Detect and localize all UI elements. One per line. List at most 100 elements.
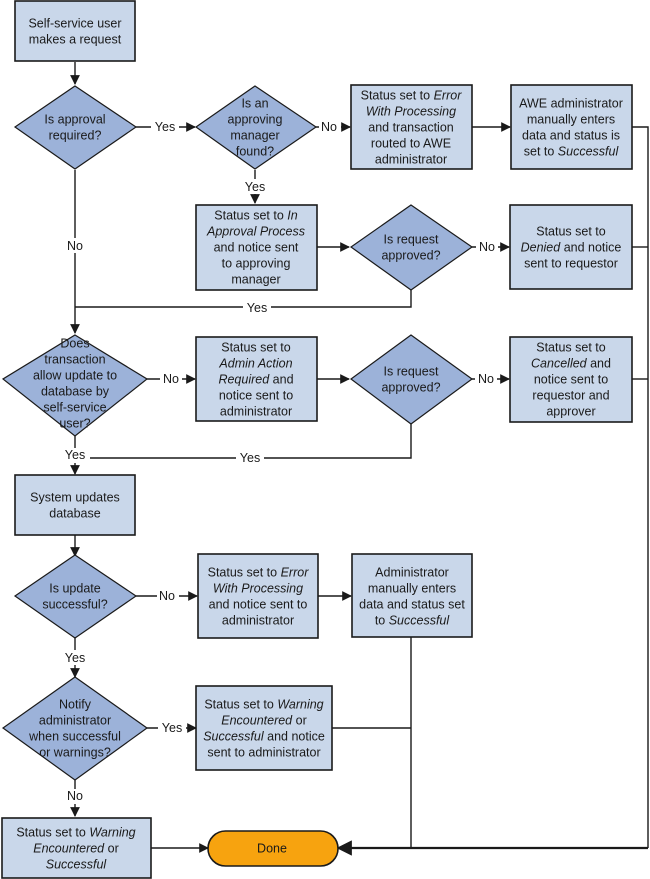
node-text-line: self-service (43, 401, 106, 415)
node-text-line: approving (228, 113, 283, 127)
node-text-line: Is approval (44, 113, 105, 127)
node-text-line: requestor and (532, 389, 609, 403)
node-text-line: routed to AWE (371, 137, 451, 151)
node-text-line: administrator (39, 714, 111, 728)
decision-approval-required: Is approval required? (13, 85, 138, 170)
node-text-line: Status set to (214, 209, 287, 223)
node-text-line: allow update to (33, 369, 117, 383)
node-text-line: Status set to (536, 225, 606, 239)
node-text-line: transaction (44, 353, 105, 367)
node-text-line: sent to administrator (207, 746, 320, 760)
node-text-line: manager (230, 129, 279, 143)
node-text-line: Successful (203, 730, 265, 744)
edge-awe-to-bus (632, 126, 649, 848)
node-text-line: Status set to (221, 341, 291, 355)
node-text-line: approver (546, 405, 595, 419)
node-text-line: and (269, 373, 293, 387)
node-text-line: Approval Process (206, 225, 305, 239)
node-error-routed: Status set to Error With Processing and tr… (350, 84, 473, 170)
node-text-done: Done (257, 842, 287, 856)
node-text-line: manually enters (368, 582, 456, 596)
label-update-no: No (159, 589, 175, 603)
node-text-line: Notify (59, 698, 92, 712)
node-admin-enters: Administrator manually enters data and sta… (351, 553, 473, 638)
node-text-line: With Processing (366, 105, 456, 119)
node-text-line: Done (257, 842, 287, 856)
node-text-line: database (49, 507, 100, 521)
node-denied: Status set to Denied and notice sent to re… (509, 204, 633, 290)
node-warning-status: Status set to Warning Encountered or Succe… (1, 817, 152, 879)
node-text-line: Status set to (16, 826, 89, 840)
node-text-line: Successful (558, 145, 620, 159)
node-text-line: Admin Action (218, 357, 292, 371)
label-allow-yes: Yes (65, 448, 85, 462)
node-text-line: notice sent to (534, 373, 608, 387)
label-approved2-yes: Yes (240, 451, 260, 465)
node-text-line: Status set to (208, 566, 281, 580)
node-text-line: Is an (241, 97, 268, 111)
label-approval-yes: Yes (155, 120, 175, 134)
label-notify-no: No (67, 789, 83, 803)
node-text-line: Does (60, 337, 89, 351)
node-text-line: and notice sent (214, 241, 299, 255)
node-text-line: Is request (384, 365, 439, 379)
decision-manager-found: Is an approving manager found? (194, 85, 318, 170)
nodes: Self-service user makes a request Status … (1, 0, 633, 879)
node-text-line: and notice (264, 730, 325, 744)
node-text-line: Successful (46, 858, 108, 872)
decision-request-approved-1: Is request approved? (349, 204, 474, 291)
node-text-line: Warning (89, 826, 135, 840)
decision-update-successful: Is update successful? (13, 554, 138, 639)
node-text-error-routed: Status set to Error With Processing and tr… (361, 89, 463, 167)
node-text-line: user? (59, 417, 90, 431)
node-text-line: or (292, 714, 307, 728)
node-text-line: successful? (42, 598, 107, 612)
node-text-admin-action: Status set to Admin Action Required and not… (218, 341, 293, 419)
node-text-line: Denied (521, 241, 562, 255)
node-text-line: AWE administrator (519, 97, 623, 111)
node-text-line: approved? (381, 249, 440, 263)
label-approval-no: No (67, 239, 83, 253)
node-error-notice: Status set to Error With Processing and no… (197, 553, 319, 639)
node-cancelled: Status set to Cancelled and notice sent to… (509, 336, 633, 423)
node-text-line: required? (49, 129, 102, 143)
label-update-yes: Yes (65, 651, 85, 665)
node-text-line: System updates (30, 491, 120, 505)
node-text-line: Status set to (361, 89, 434, 103)
node-awe-admin-enters: AWE administrator manually enters data and… (510, 84, 633, 170)
node-text-line: Encountered (33, 842, 105, 856)
node-text-line: Cancelled (531, 357, 588, 371)
decision-allow-update: Does transaction allow update to database b… (1, 334, 149, 437)
label-allow-no: No (163, 372, 179, 386)
node-text-line: administrator (375, 153, 447, 167)
node-text-line: Error (434, 89, 463, 103)
node-system-updates: System updates database (14, 474, 136, 536)
node-text-line: approved? (381, 381, 440, 395)
node-text-line: administrator (220, 405, 292, 419)
node-text-line: Encountered (221, 714, 293, 728)
node-text-line: set to (524, 145, 558, 159)
node-text-line: Is request (384, 233, 439, 247)
node-admin-action: Status set to Admin Action Required and not… (195, 336, 318, 422)
node-text-line: makes a request (29, 33, 122, 47)
approval-workflow-flowchart: Yes No No Yes No Yes No No Yes Yes No Ye… (1, 0, 649, 879)
node-text-line: and (587, 357, 611, 371)
node-text-line: Warning (277, 698, 323, 712)
node-text-line: and notice (560, 241, 621, 255)
label-approved1-yes: Yes (247, 301, 267, 315)
node-text-line: notice sent to (219, 389, 293, 403)
node-text-line: Status set to (204, 698, 277, 712)
terminal-done: Done (207, 830, 339, 867)
node-warning-notice: Status set to Warning Encountered or Succe… (195, 685, 333, 771)
label-notify-yes: Yes (162, 721, 182, 735)
node-text-line: data and status is (522, 129, 620, 143)
node-text-line: manually enters (527, 113, 615, 127)
node-text-line: Is update (49, 582, 100, 596)
node-text-line: Error (281, 566, 310, 580)
node-text-line: or warnings? (39, 746, 111, 760)
node-text-line: In (287, 209, 297, 223)
node-text-line: Successful (389, 614, 451, 628)
node-text-line: to (375, 614, 389, 628)
label-approved2-no: No (478, 372, 494, 386)
node-text-line: Administrator (375, 566, 449, 580)
